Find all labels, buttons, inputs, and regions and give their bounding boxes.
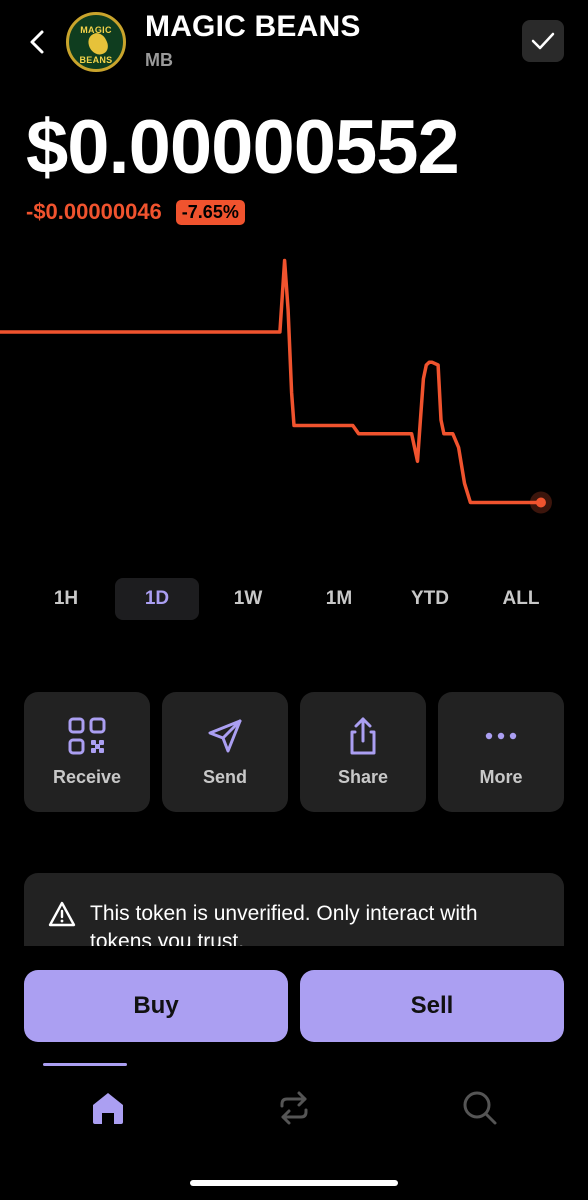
- action-buttons: Receive Send Share More: [0, 692, 588, 812]
- token-header: MAGIC BEANS MAGIC BEANS MB: [0, 0, 588, 90]
- token-price: $0.00000552: [26, 105, 460, 190]
- more-dots-icon: [485, 732, 517, 740]
- qr-code-icon: [68, 717, 106, 755]
- time-range-selector: 1H 1D 1W 1M YTD ALL: [0, 578, 588, 620]
- token-name: MAGIC BEANS: [145, 10, 361, 43]
- buy-button[interactable]: Buy: [24, 970, 288, 1042]
- search-icon[interactable]: [460, 1088, 500, 1128]
- last-price-marker: [535, 497, 546, 508]
- token-logo: MAGIC BEANS: [66, 12, 126, 72]
- checkmark-icon: [531, 32, 555, 50]
- swap-icon[interactable]: [274, 1088, 314, 1128]
- send-label: Send: [202, 767, 247, 787]
- range-1w[interactable]: 1W: [206, 578, 290, 620]
- more-button[interactable]: More: [438, 692, 564, 812]
- send-icon: [208, 719, 242, 753]
- warning-triangle-icon: [48, 901, 76, 927]
- share-label: Share: [337, 767, 389, 787]
- range-ytd[interactable]: YTD: [388, 578, 472, 620]
- watchlist-button[interactable]: [522, 20, 564, 62]
- share-icon: [350, 717, 376, 755]
- range-1m[interactable]: 1M: [297, 578, 381, 620]
- range-all[interactable]: ALL: [479, 578, 563, 620]
- receive-button[interactable]: Receive: [24, 692, 150, 812]
- bottom-tab-bar: [0, 1050, 588, 1200]
- price-change-absolute: -$0.00000046: [26, 199, 162, 224]
- home-indicator: [190, 1180, 398, 1186]
- token-symbol: MB: [145, 50, 173, 70]
- price-change-percent-badge: -7.65%: [175, 199, 245, 225]
- chevron-left-icon[interactable]: [22, 24, 52, 60]
- share-button[interactable]: Share: [300, 692, 426, 812]
- active-tab-indicator: [43, 1063, 127, 1066]
- price-change: -$0.00000046 -7.65%: [26, 197, 245, 227]
- price-chart[interactable]: [0, 240, 588, 550]
- range-1h[interactable]: 1H: [24, 578, 108, 620]
- logo-text-bottom: BEANS: [79, 55, 113, 65]
- home-icon[interactable]: [88, 1088, 128, 1128]
- price-line: [0, 258, 543, 505]
- range-1d[interactable]: 1D: [115, 578, 199, 620]
- unverified-token-warning: This token is unverified. Only interact …: [24, 873, 564, 953]
- sell-button[interactable]: Sell: [300, 970, 564, 1042]
- send-button[interactable]: Send: [162, 692, 288, 812]
- receive-label: Receive: [52, 767, 122, 787]
- more-label: More: [479, 767, 523, 787]
